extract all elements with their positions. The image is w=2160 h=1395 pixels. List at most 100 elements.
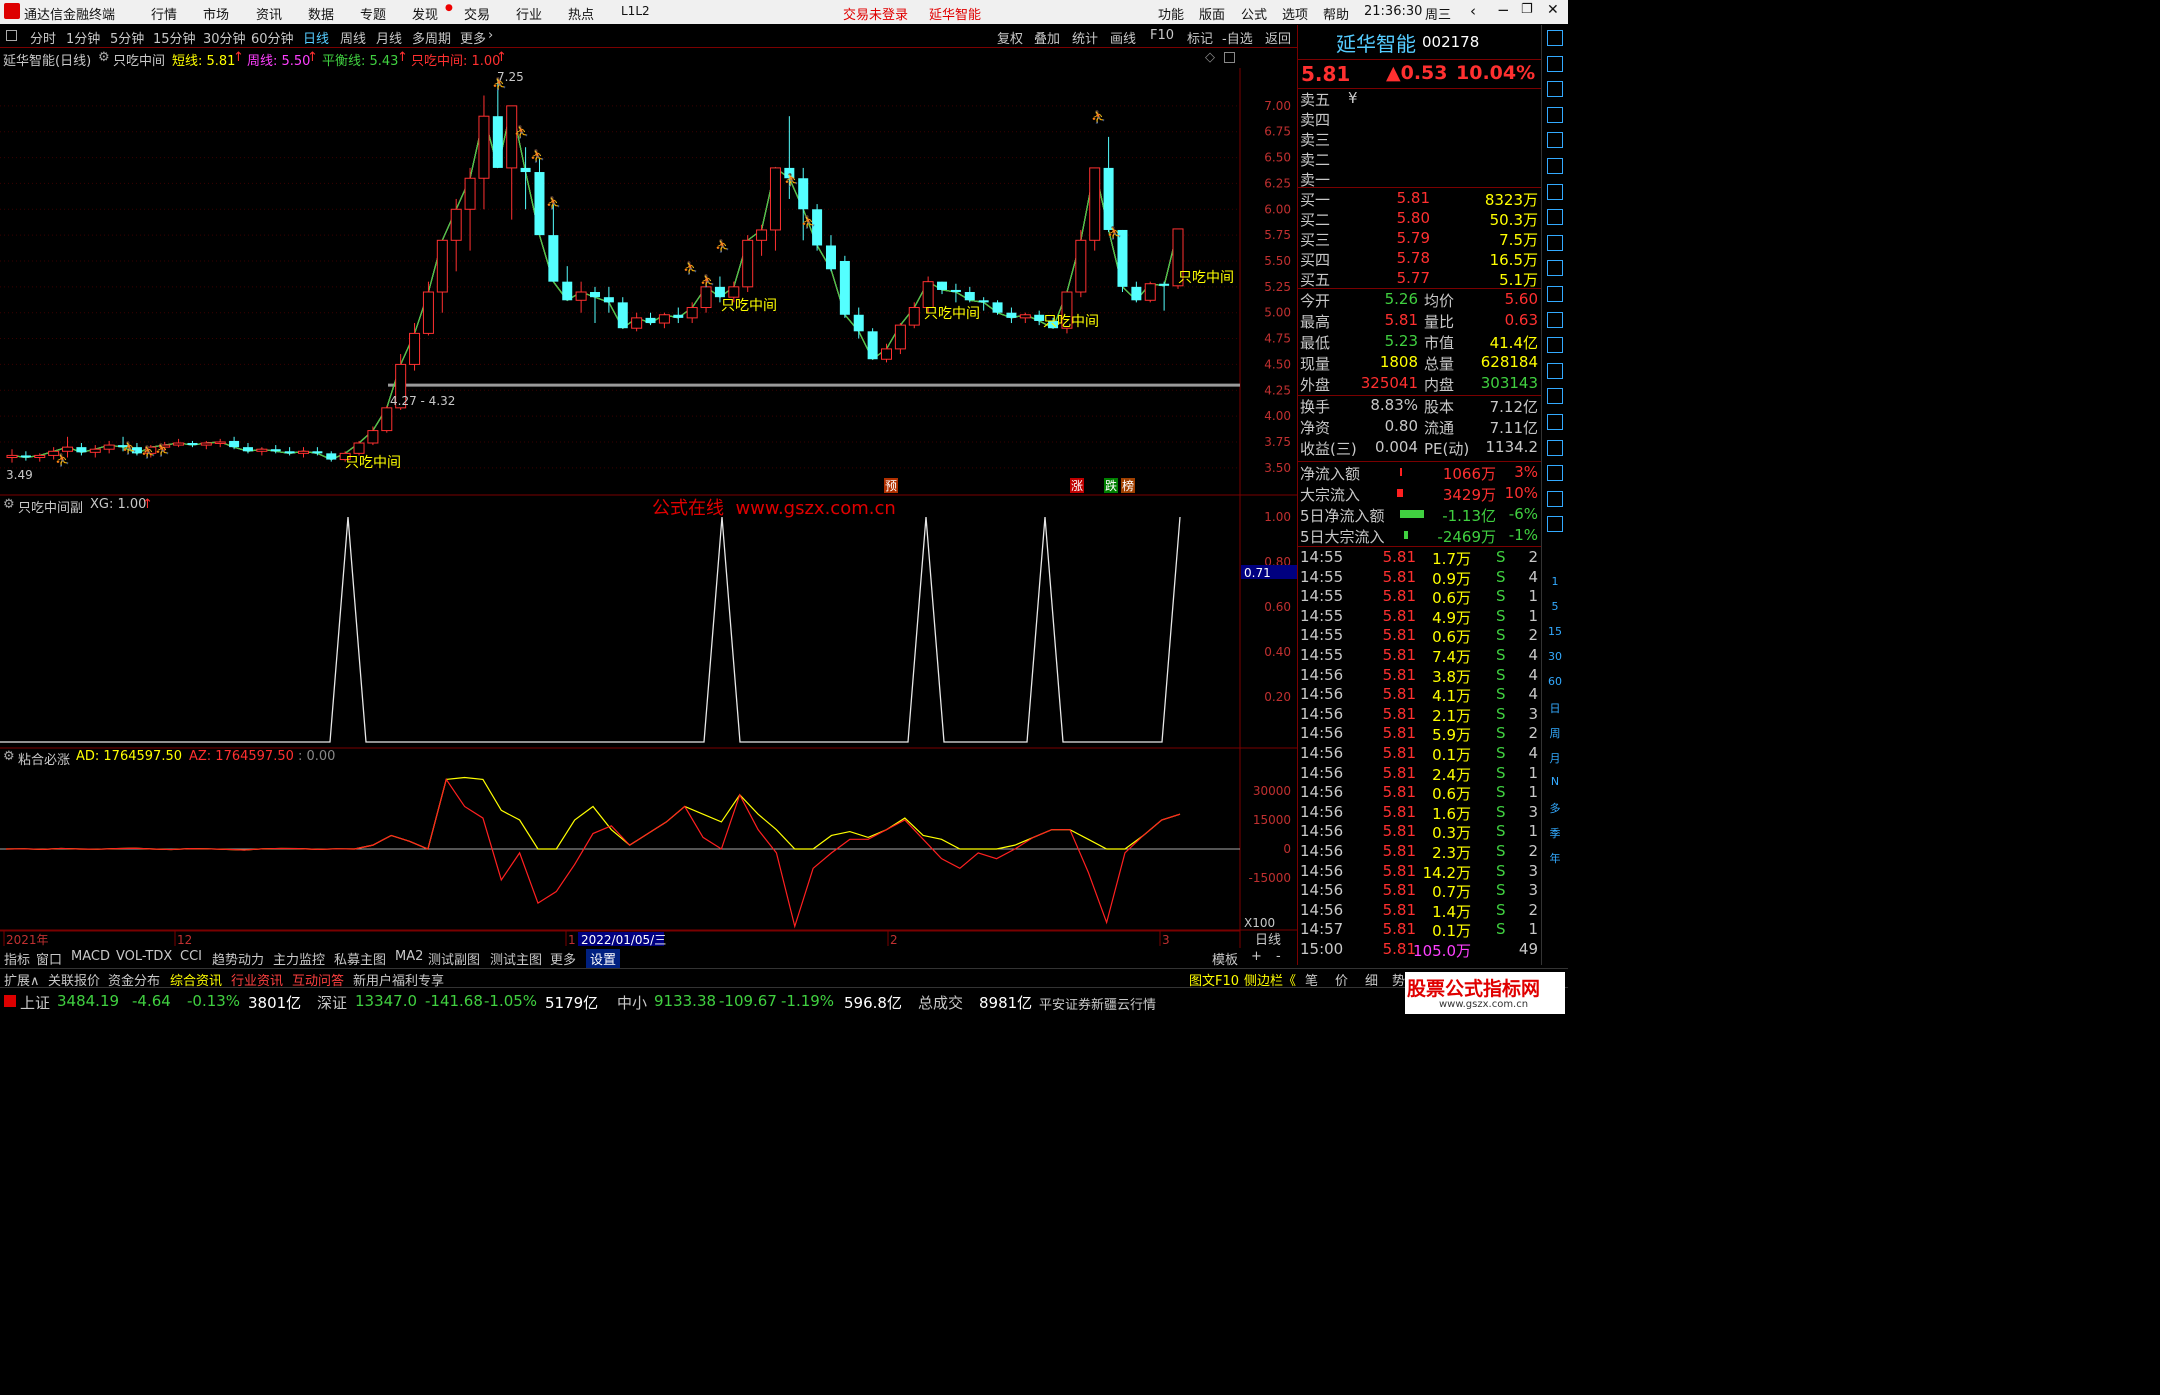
btn-f10[interactable]: F10 xyxy=(1150,28,1174,43)
indicator-tab[interactable]: 模板 xyxy=(1212,949,1238,968)
f5-icon[interactable] xyxy=(1547,490,1563,507)
menu-options[interactable]: 选项 xyxy=(1282,4,1308,23)
period-tab-more[interactable]: 更多 xyxy=(460,28,486,47)
kline-icon[interactable] xyxy=(1547,158,1563,174)
zx-index-name[interactable]: 中小 xyxy=(617,992,647,1013)
period-shortcut[interactable]: 1 xyxy=(1547,575,1563,591)
period-shortcut[interactable]: 月 xyxy=(1547,750,1563,766)
period-shortcut[interactable]: 15 xyxy=(1547,625,1563,641)
indicator-tab[interactable]: 指标 xyxy=(4,949,30,968)
diamond-icon[interactable]: ◇ xyxy=(1205,50,1215,65)
chevron-right-icon[interactable]: › xyxy=(488,28,493,43)
indicator-tab[interactable]: - xyxy=(1276,949,1281,964)
sh-index-name[interactable]: 上证 xyxy=(20,992,50,1013)
grid-icon[interactable] xyxy=(1547,209,1563,226)
fz-icon[interactable] xyxy=(1547,337,1563,354)
btn-mark[interactable]: 标记 xyxy=(1187,28,1213,47)
indicator-tab[interactable]: 测试主图 xyxy=(490,949,542,968)
indicator-tab[interactable]: 设置 xyxy=(586,949,621,968)
period-shortcut[interactable]: 5 xyxy=(1547,600,1563,616)
period-tab-60min[interactable]: 60分钟 xyxy=(251,28,294,47)
list-icon[interactable] xyxy=(1547,132,1563,149)
indicator-tab[interactable]: MA2 xyxy=(395,949,423,964)
indicator-settings-icon[interactable]: ⚙ xyxy=(3,749,15,764)
calc-icon[interactable] xyxy=(1547,106,1563,123)
menu-layout[interactable]: 版面 xyxy=(1199,4,1225,23)
indicator-tab[interactable]: MACD xyxy=(71,949,110,964)
indicator-tab[interactable]: 窗口 xyxy=(36,949,62,968)
pin-icon[interactable] xyxy=(1547,30,1563,46)
btn-stats[interactable]: 统计 xyxy=(1072,28,1098,47)
window-icon[interactable] xyxy=(1547,286,1563,302)
period-tab-timeshare[interactable]: 分时 xyxy=(30,28,56,47)
sub2-title[interactable]: 粘合必涨 xyxy=(18,749,70,768)
trade-status[interactable]: 交易未登录 xyxy=(843,4,908,23)
close-icon[interactable]: ✕ xyxy=(1547,2,1559,18)
menu-quotes[interactable]: 行情 xyxy=(151,4,177,23)
move-icon[interactable] xyxy=(1547,439,1563,456)
period-tab-monthly[interactable]: 月线 xyxy=(376,28,402,47)
menu-topic[interactable]: 专题 xyxy=(360,4,386,23)
indicator-settings-icon[interactable]: ⚙ xyxy=(3,497,15,512)
indicator-tab[interactable]: 更多 xyxy=(550,949,576,968)
up-icon[interactable] xyxy=(1547,55,1563,72)
pen-icon[interactable] xyxy=(1547,465,1563,482)
menu-data[interactable]: 数据 xyxy=(308,4,334,23)
indicator-tab[interactable]: 测试副图 xyxy=(428,949,480,968)
period-tab-30min[interactable]: 30分钟 xyxy=(203,28,246,47)
menu-help[interactable]: 帮助 xyxy=(1323,4,1349,23)
minimize-icon[interactable]: − xyxy=(1497,1,1510,19)
sub1-title[interactable]: 只吃中间副 xyxy=(18,497,83,516)
collapse-icon[interactable] xyxy=(6,30,17,41)
period-shortcut[interactable]: 周 xyxy=(1547,725,1563,741)
indicator-tab[interactable]: CCI xyxy=(180,949,202,964)
back-icon[interactable]: ‹ xyxy=(1470,2,1476,20)
menu-formula[interactable]: 公式 xyxy=(1241,4,1267,23)
indicator-settings-icon[interactable]: ⚙ xyxy=(98,50,110,65)
indicator-tab[interactable]: + xyxy=(1251,949,1262,964)
menu-hot[interactable]: 热点 xyxy=(568,4,594,23)
indicator-tab[interactable]: 主力监控 xyxy=(273,949,325,968)
down-icon[interactable] xyxy=(1547,81,1563,98)
btn-fuquan[interactable]: 复权 xyxy=(997,28,1023,47)
refresh-icon[interactable] xyxy=(1547,516,1563,533)
btn-return[interactable]: 返回 xyxy=(1265,28,1291,47)
btn-add-watch[interactable]: -自选 xyxy=(1222,28,1253,47)
period-shortcut[interactable]: 年 xyxy=(1547,850,1563,866)
period-tab-multi[interactable]: 多周期 xyxy=(412,28,451,47)
menu-l1l2[interactable]: L1L2 xyxy=(621,4,650,18)
sz-index-name[interactable]: 深证 xyxy=(317,992,347,1013)
indicator-tab[interactable]: 私募主图 xyxy=(334,949,386,968)
pane-box-icon[interactable] xyxy=(1224,52,1235,63)
chart-area[interactable]: 7.00 6.75 6.50 6.25 6.00 5.75 5.50 5.25 5.00 4.75… xyxy=(0,68,1297,948)
indicator-tab[interactable]: VOL-TDX xyxy=(116,949,172,964)
period-shortcut[interactable]: 30 xyxy=(1547,650,1563,666)
btn-overlay[interactable]: 叠加 xyxy=(1034,28,1060,47)
chart-icon[interactable] xyxy=(1547,234,1563,251)
period-tab-5min[interactable]: 5分钟 xyxy=(110,28,144,47)
menu-info[interactable]: 资讯 xyxy=(256,4,282,23)
clock-icon[interactable] xyxy=(1547,388,1563,405)
fio-icon[interactable] xyxy=(1547,260,1563,277)
restore-icon[interactable]: ❐ xyxy=(1521,2,1533,17)
menu-function[interactable]: 功能 xyxy=(1158,4,1184,23)
period-shortcut[interactable]: 季 xyxy=(1547,825,1563,841)
period-shortcut[interactable]: 日 xyxy=(1547,700,1563,716)
period-tab-daily[interactable]: 日线 xyxy=(303,28,329,47)
menu-industry[interactable]: 行业 xyxy=(516,4,542,23)
menu-discover[interactable]: 发现 xyxy=(412,4,438,23)
period-tab-weekly[interactable]: 周线 xyxy=(340,28,366,47)
period-shortcut[interactable]: N xyxy=(1547,775,1563,791)
link-icon[interactable] xyxy=(1547,362,1563,379)
period-tab-1min[interactable]: 1分钟 xyxy=(66,28,100,47)
menu-trade[interactable]: 交易 xyxy=(464,4,490,23)
indicator-tab[interactable]: 趋势动力 xyxy=(212,949,264,968)
menu-market[interactable]: 市场 xyxy=(203,4,229,23)
period-shortcut[interactable]: 60 xyxy=(1547,675,1563,691)
cross-icon[interactable] xyxy=(1547,311,1563,328)
indicator-name[interactable]: 只吃中间 xyxy=(113,50,165,69)
period-shortcut[interactable]: 多 xyxy=(1547,800,1563,816)
btn-draw[interactable]: 画线 xyxy=(1110,28,1136,47)
period-tab-15min[interactable]: 15分钟 xyxy=(153,28,196,47)
rsi-icon[interactable] xyxy=(1547,414,1563,430)
